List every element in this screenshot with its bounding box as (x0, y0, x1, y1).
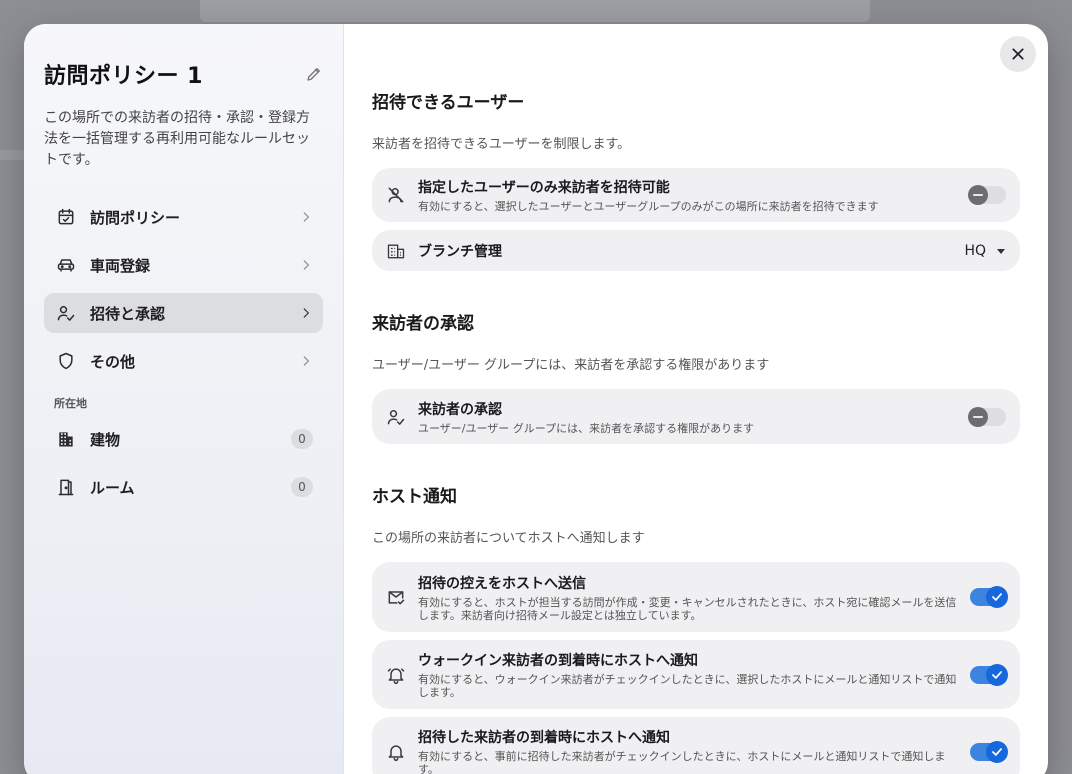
setting-title: 指定したユーザーのみ来訪者を招待可能 (418, 180, 670, 196)
setting-title: ブランチ管理 (418, 243, 502, 260)
invited-notify-card: 招待した来訪者の到着時にホストへ通知 有効にすると、事前に招待した来訪者がチェッ… (372, 717, 1020, 774)
chevron-right-icon (303, 356, 310, 366)
setting-description: 有効にすると、事前に招待した来訪者がチェックインしたときに、ホストにメールと通知… (418, 750, 946, 774)
invited-notify-toggle[interactable] (970, 740, 1008, 763)
main-content: 招待できるユーザー 来訪者を招待できるユーザーを制限します。 指定したユーザーの… (344, 24, 1048, 774)
send-invite-copy-card: 招待の控えをホストへ送信 有効にすると、ホストが担当する訪問が作成・変更・キャン… (372, 562, 1020, 632)
sidebar: 訪問ポリシー 1 この場所での来訪者の招待・承認・登録方法を一括管理する再利用可… (24, 24, 344, 774)
building-icon (59, 432, 73, 447)
location-section-label: 所在地 (54, 397, 87, 410)
shield-icon (59, 352, 73, 370)
section-title: 招待できるユーザー (372, 93, 525, 113)
sidebar-header: 訪問ポリシー 1 (44, 58, 323, 90)
restrict-invite-toggle[interactable] (968, 185, 1006, 205)
door-icon (58, 479, 74, 496)
approval-section: 来訪者の承認 ユーザー/ユーザー グループには、来訪者を承認する権限があります … (372, 309, 1020, 444)
visitor-approval-toggle[interactable] (968, 406, 1006, 427)
branch-select-value: HQ (964, 242, 986, 259)
section-subtitle: ユーザー/ユーザー グループには、来訪者を承認する権限があります (372, 358, 770, 373)
section-title: 来訪者の承認 (372, 314, 474, 334)
user-off-icon (388, 187, 404, 203)
sidebar-item-buildings[interactable]: 建物 0 (44, 419, 323, 459)
policy-description: この場所での来訪者の招待・承認・登録方法を一括管理する再利用可能なルールセットで… (44, 110, 310, 168)
branch-select[interactable]: HQ (964, 243, 1006, 259)
sidebar-item-vehicle[interactable]: 車両登録 (44, 245, 323, 285)
chevron-right-icon (303, 308, 310, 318)
chevron-right-icon (303, 212, 310, 222)
check-icon (992, 670, 1002, 679)
close-icon (1012, 48, 1024, 60)
sidebar-item-label: 招待と承認 (90, 304, 166, 323)
user-check-icon (387, 409, 405, 425)
toggle-knob (986, 586, 1008, 608)
policy-title: 訪問ポリシー 1 (44, 64, 203, 89)
sidebar-item-label: その他 (90, 352, 136, 371)
toggle-knob (968, 406, 988, 427)
toggle-knob (986, 740, 1008, 763)
section-subtitle: この場所の来訪者についてホストへ通知します (372, 531, 645, 546)
sidebar-item-rooms[interactable]: ルーム 0 (44, 467, 323, 507)
section-title: ホスト通知 (372, 487, 457, 507)
setting-description: 有効にすると、ウォークイン来訪者がチェックインしたときに、選択したホストにメール… (418, 673, 957, 699)
section-subtitle: 来訪者を招待できるユーザーを制限します。 (372, 137, 631, 152)
background-fragment (0, 150, 24, 160)
policy-dialog: 訪問ポリシー 1 この場所での来訪者の招待・承認・登録方法を一括管理する再利用可… (24, 24, 1048, 774)
sidebar-item-visit-policy[interactable]: 訪問ポリシー (44, 197, 323, 237)
pencil-icon[interactable] (305, 65, 323, 83)
setting-title: 来訪者の承認 (418, 401, 502, 418)
car-icon (57, 259, 75, 272)
bell-icon (388, 744, 404, 761)
sidebar-item-label: ルーム (90, 478, 135, 497)
count-badge: 0 (291, 429, 313, 449)
sidebar-item-label: 車両登録 (90, 256, 151, 275)
chevron-right-icon (303, 260, 310, 270)
toggle-knob (986, 663, 1008, 686)
sidebar-item-label: 建物 (90, 430, 121, 449)
mail-check-icon (388, 591, 405, 605)
setting-description: 有効にすると、ホストが担当する訪問が作成・変更・キャンセルされたときに、ホスト宛… (418, 595, 957, 622)
bell-ring-icon (387, 667, 405, 684)
check-icon (992, 747, 1002, 756)
setting-title: 招待の控えをホストへ送信 (418, 575, 586, 592)
setting-description: 有効にすると、選択したユーザーとユーザーグループのみがこの場所に来訪者を招待でき… (418, 200, 879, 213)
send-invite-copy-toggle[interactable] (970, 586, 1008, 608)
walkin-notify-toggle[interactable] (970, 663, 1008, 686)
setting-description: ユーザー/ユーザー グループには、来訪者を承認する権限があります (418, 421, 755, 435)
visitor-approval-card: 来訪者の承認 ユーザー/ユーザー グループには、来訪者を承認する権限があります (372, 389, 1020, 444)
close-button[interactable] (1000, 36, 1036, 72)
caret-down-icon (997, 248, 1005, 254)
sidebar-item-other[interactable]: その他 (44, 341, 323, 381)
user-check-icon (57, 306, 75, 321)
calendar-check-icon (58, 208, 74, 225)
walkin-notify-card: ウォークイン来訪者の到着時にホストへ通知 有効にすると、ウォークイン来訪者がチェ… (372, 640, 1020, 709)
host-notification-section: ホスト通知 この場所の来訪者についてホストへ通知します 招待の控えをホストへ送信… (372, 482, 1020, 774)
count-badge: 0 (291, 477, 313, 497)
building-icon (387, 244, 405, 258)
sidebar-item-label: 訪問ポリシー (90, 208, 181, 227)
sidebar-nav: 訪問ポリシー 車両登録 招待と承認 その他 所在地 建物 0 ルーム 0 (44, 197, 323, 507)
background-header (200, 0, 870, 22)
invite-section: 招待できるユーザー 来訪者を招待できるユーザーを制限します。 指定したユーザーの… (372, 88, 1020, 271)
restrict-invite-card: 指定したユーザーのみ来訪者を招待可能 有効にすると、選択したユーザーとユーザーグ… (372, 168, 1020, 222)
toggle-knob (968, 185, 988, 205)
check-icon (992, 593, 1002, 601)
sidebar-item-invite-approval[interactable]: 招待と承認 (44, 293, 323, 333)
setting-title: 招待した来訪者の到着時にホストへ通知 (418, 730, 670, 746)
setting-title: ウォークイン来訪者の到着時にホストへ通知 (418, 653, 698, 669)
branch-card: ブランチ管理 HQ (372, 230, 1020, 271)
